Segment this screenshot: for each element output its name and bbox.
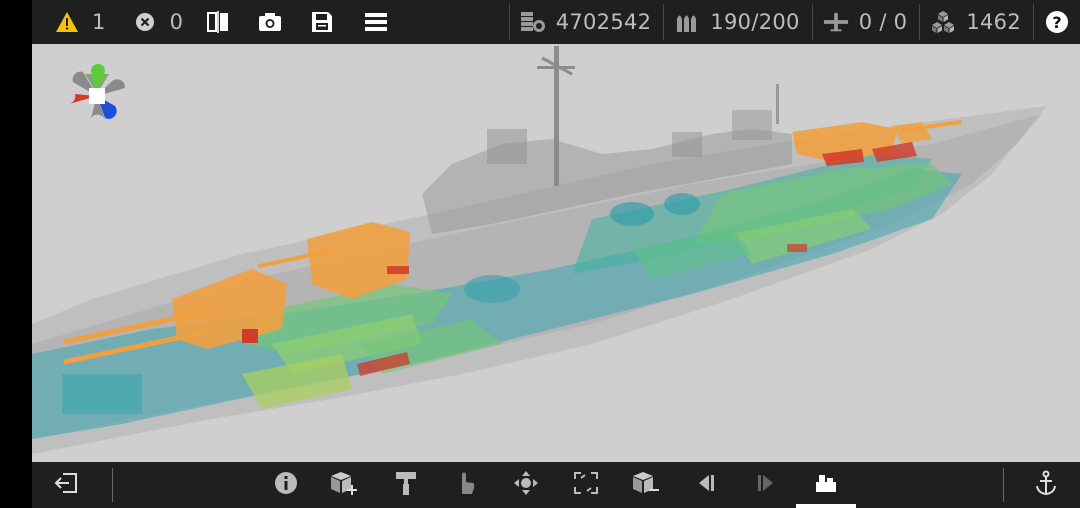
aircraft-stat: 0 / 0	[813, 0, 920, 44]
remove-block-icon	[631, 470, 661, 500]
help-button[interactable]: ?	[1034, 0, 1080, 44]
left-edge	[0, 0, 32, 508]
save-button[interactable]	[301, 0, 343, 44]
divider	[1003, 468, 1004, 502]
add-block-icon	[329, 470, 359, 500]
anchor-icon	[1034, 470, 1058, 500]
next-button[interactable]	[746, 462, 786, 508]
touch-icon	[455, 470, 477, 500]
warnings-count: 1	[92, 10, 106, 34]
bottom-toolbar	[32, 462, 1080, 508]
warnings-counter[interactable]: 1	[46, 0, 114, 44]
camera-icon	[257, 9, 283, 35]
paint-button[interactable]	[386, 462, 426, 508]
errors-counter[interactable]: 0	[124, 0, 192, 44]
aircraft-value: 0 / 0	[858, 10, 908, 34]
errors-count: 0	[169, 10, 184, 34]
ammo-value: 190/200	[710, 10, 800, 34]
ship-render	[32, 46, 1047, 454]
exit-icon	[53, 471, 79, 499]
warning-icon	[54, 9, 80, 35]
aircraft-icon	[823, 9, 849, 35]
coins-icon	[520, 9, 546, 35]
move-button[interactable]	[506, 462, 546, 508]
paint-icon	[394, 470, 418, 500]
remove-block-button[interactable]	[626, 462, 666, 508]
divider	[112, 468, 113, 502]
active-tool-indicator	[796, 504, 856, 508]
prev-button[interactable]	[686, 462, 726, 508]
help-icon: ?	[1046, 11, 1068, 33]
blocks-value: 1462	[966, 10, 1021, 34]
exit-button[interactable]	[46, 462, 86, 508]
info-button[interactable]	[266, 462, 306, 508]
menu-button[interactable]	[355, 0, 397, 44]
next-icon	[755, 472, 777, 498]
ammo-icon	[674, 9, 700, 35]
stats-panel: 4702542 190/200 0 / 0 1462 ?	[508, 0, 1080, 44]
part-select-button[interactable]	[806, 462, 846, 508]
ship-3d-viewport[interactable]	[32, 44, 1080, 462]
bounds-icon	[573, 471, 599, 499]
screenshot-button[interactable]	[249, 0, 291, 44]
bounds-button[interactable]	[566, 462, 606, 508]
ammo-stat: 190/200	[664, 0, 811, 44]
mirror-button[interactable]	[197, 0, 239, 44]
touch-button[interactable]	[446, 462, 486, 508]
info-icon	[274, 471, 298, 499]
part-select-icon	[814, 472, 838, 498]
cost-stat: 4702542	[510, 0, 664, 44]
blocks-icon	[930, 9, 956, 35]
mirror-icon	[205, 9, 231, 35]
top-toolbar: 1 0 4702542 190/200 0 / 0 1462 ?	[32, 0, 1080, 44]
blocks-stat: 1462	[920, 0, 1033, 44]
cost-value: 4702542	[555, 10, 652, 34]
menu-icon	[363, 9, 389, 35]
orientation-gizmo[interactable]	[69, 64, 126, 120]
add-block-button[interactable]	[324, 462, 364, 508]
prev-icon	[695, 472, 717, 498]
move-icon	[513, 470, 539, 500]
error-icon	[132, 9, 158, 35]
save-icon	[309, 9, 335, 35]
anchor-button[interactable]	[1026, 462, 1066, 508]
